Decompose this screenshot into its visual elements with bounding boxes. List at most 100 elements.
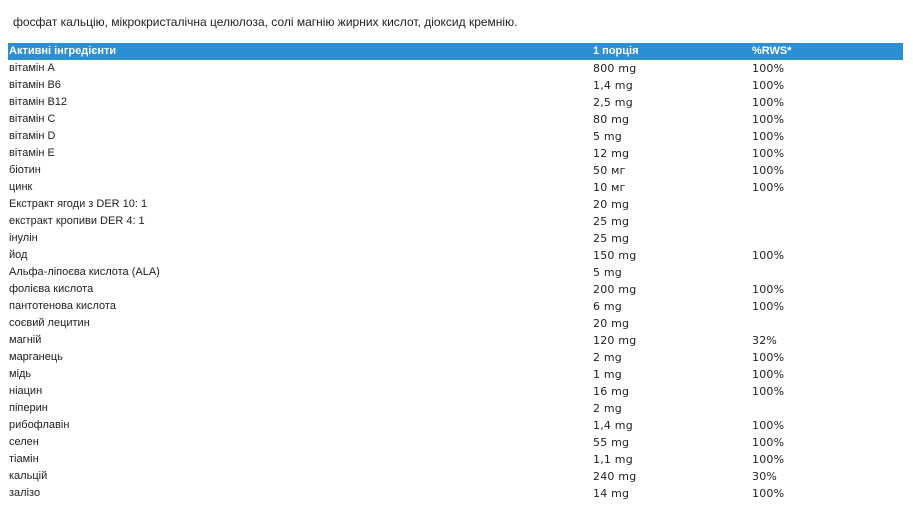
ingredient-name: пантотенова кислота (9, 300, 116, 312)
table-row: фолієва кислота 200 mg 100% (8, 281, 903, 298)
ingredient-rws: 30% (752, 470, 778, 483)
ingredient-amount: 10 мг (593, 181, 626, 194)
nutrition-table: Активні інгредієнти 1 порція %RWS* вітам… (8, 43, 903, 502)
table-row: вітамін B6 1,4 mg 100% (8, 77, 903, 94)
table-row: екстракт кропиви DER 4: 1 25 mg (8, 213, 903, 230)
ingredient-amount: 120 mg (593, 334, 637, 347)
ingredient-name: залізо (9, 487, 41, 499)
ingredient-amount: 20 mg (593, 317, 630, 330)
table-row: вітамін B12 2,5 mg 100% (8, 94, 903, 111)
ingredient-amount: 150 mg (593, 249, 637, 262)
ingredient-rws: 100% (752, 300, 785, 313)
table-row: йод 150 mg 100% (8, 247, 903, 264)
header-portion: 1 порція (593, 45, 639, 57)
ingredient-amount: 200 mg (593, 283, 637, 296)
table-row: вітамін C 80 mg 100% (8, 111, 903, 128)
ingredient-amount: 20 mg (593, 198, 630, 211)
ingredient-rws: 100% (752, 436, 785, 449)
table-row: селен 55 mg 100% (8, 434, 903, 451)
header-rws: %RWS* (752, 45, 792, 57)
ingredient-name: фолієва кислота (9, 283, 94, 295)
ingredient-amount: 6 mg (593, 300, 622, 313)
ingredient-name: біотин (9, 164, 41, 176)
table-row: марганець 2 mg 100% (8, 349, 903, 366)
ingredient-name: екстракт кропиви DER 4: 1 (9, 215, 145, 227)
ingredient-rws: 100% (752, 130, 785, 143)
ingredient-amount: 2 mg (593, 351, 622, 364)
table-body: вітамін A 800 mg 100% вітамін B6 1,4 mg 100% в… (8, 60, 903, 502)
ingredient-name: селен (9, 436, 39, 448)
ingredient-name: рибофлавін (9, 419, 70, 431)
ingredient-name: кальцій (9, 470, 48, 482)
ingredient-rws: 100% (752, 249, 785, 262)
ingredient-amount: 55 mg (593, 436, 630, 449)
ingredient-amount: 800 mg (593, 62, 637, 75)
ingredient-rws: 100% (752, 79, 785, 92)
table-row: Екстракт ягоди з DER 10: 1 20 mg (8, 196, 903, 213)
table-row: магній 120 mg 32% (8, 332, 903, 349)
ingredient-name: мідь (9, 368, 32, 380)
ingredients-intro-text: фосфат кальцію, мікрокристалічна целюлоз… (13, 15, 518, 29)
ingredient-name: тіамін (9, 453, 39, 465)
ingredient-name: вітамін E (9, 147, 55, 159)
ingredient-amount: 5 mg (593, 130, 622, 143)
table-row: вітамін A 800 mg 100% (8, 60, 903, 77)
ingredient-rws: 100% (752, 147, 785, 160)
ingredient-rws: 100% (752, 96, 785, 109)
ingredient-amount: 25 mg (593, 215, 630, 228)
table-row: інулін 25 mg (8, 230, 903, 247)
ingredient-amount: 14 mg (593, 487, 630, 500)
table-row: рибофлавін 1,4 mg 100% (8, 417, 903, 434)
ingredient-name: цинк (9, 181, 33, 193)
table-row: мідь 1 mg 100% (8, 366, 903, 383)
ingredient-rws: 32% (752, 334, 778, 347)
table-row: піперин 2 mg (8, 400, 903, 417)
ingredient-amount: 1,1 mg (593, 453, 633, 466)
ingredient-amount: 12 mg (593, 147, 630, 160)
ingredient-rws: 100% (752, 113, 785, 126)
ingredient-name: магній (9, 334, 42, 346)
ingredient-name: вітамін A (9, 62, 55, 74)
ingredient-name: марганець (9, 351, 63, 363)
ingredient-rws: 100% (752, 62, 785, 75)
ingredient-name: вітамін C (9, 113, 56, 125)
ingredient-name: йод (9, 249, 28, 261)
table-row: біотин 50 мг 100% (8, 162, 903, 179)
ingredient-rws: 100% (752, 487, 785, 500)
table-header-row: Активні інгредієнти 1 порція %RWS* (8, 43, 903, 60)
ingredient-amount: 25 mg (593, 232, 630, 245)
table-row: кальцій 240 mg 30% (8, 468, 903, 485)
ingredient-amount: 16 mg (593, 385, 630, 398)
table-row: вітамін E 12 mg 100% (8, 145, 903, 162)
table-row: Альфа-ліпоєва кислота (ALA) 5 mg (8, 264, 903, 281)
ingredient-name: ніацин (9, 385, 43, 397)
ingredient-name: соєвий лецитин (9, 317, 90, 329)
table-row: цинк 10 мг 100% (8, 179, 903, 196)
ingredient-name: Альфа-ліпоєва кислота (ALA) (9, 266, 160, 278)
ingredient-rws: 100% (752, 368, 785, 381)
table-row: пантотенова кислота 6 mg 100% (8, 298, 903, 315)
table-row: соєвий лецитин 20 mg (8, 315, 903, 332)
ingredient-name: Екстракт ягоди з DER 10: 1 (9, 198, 148, 210)
ingredient-rws: 100% (752, 164, 785, 177)
ingredient-name: вітамін B12 (9, 96, 68, 108)
ingredient-rws: 100% (752, 385, 785, 398)
ingredient-rws: 100% (752, 453, 785, 466)
table-row: ніацин 16 mg 100% (8, 383, 903, 400)
ingredient-rws: 100% (752, 181, 785, 194)
table-row: вітамін D 5 mg 100% (8, 128, 903, 145)
ingredient-amount: 2 mg (593, 402, 622, 415)
ingredient-rws: 100% (752, 351, 785, 364)
ingredient-amount: 50 мг (593, 164, 626, 177)
table-row: залізо 14 mg 100% (8, 485, 903, 502)
ingredient-name: інулін (9, 232, 38, 244)
ingredient-rws: 100% (752, 419, 785, 432)
ingredient-amount: 1,4 mg (593, 79, 633, 92)
ingredient-name: піперин (9, 402, 48, 414)
table-row: тіамін 1,1 mg 100% (8, 451, 903, 468)
ingredient-name: вітамін B6 (9, 79, 61, 91)
ingredient-amount: 240 mg (593, 470, 637, 483)
ingredient-amount: 5 mg (593, 266, 622, 279)
ingredient-amount: 1 mg (593, 368, 622, 381)
header-ingredient: Активні інгредієнти (9, 45, 117, 57)
